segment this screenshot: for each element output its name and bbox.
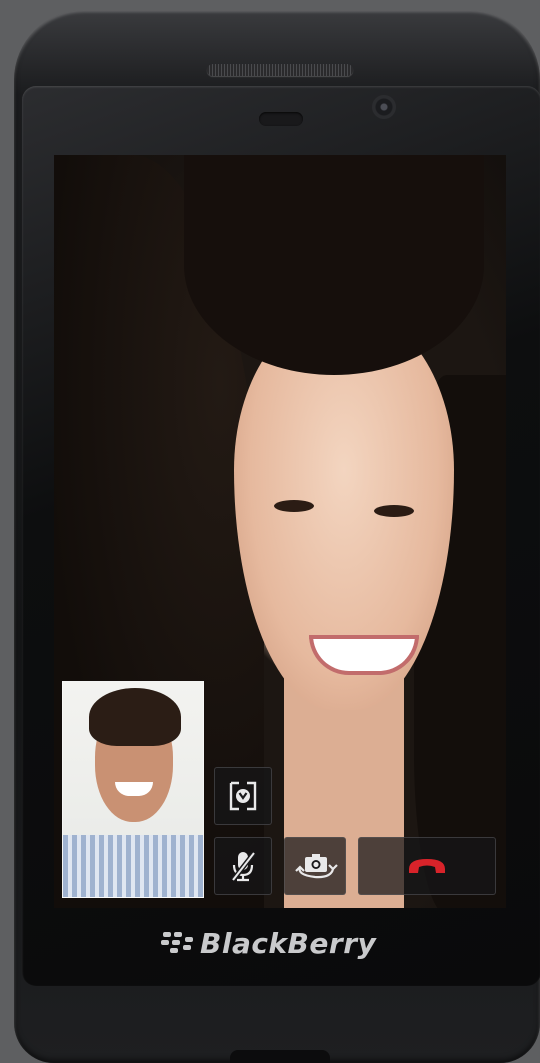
self-view-toggle-icon — [229, 781, 257, 811]
brand-name: BlackBerry — [200, 926, 377, 960]
mute-microphone-button[interactable] — [214, 837, 272, 895]
proximity-sensor — [259, 112, 303, 126]
call-screen — [54, 155, 506, 908]
camera-switch-icon — [295, 854, 338, 879]
earpiece-speaker — [207, 64, 353, 76]
blackberry-logo-icon — [161, 932, 193, 953]
front-camera — [372, 95, 396, 119]
self-shirt — [63, 835, 203, 897]
remote-hair-top — [184, 155, 484, 375]
self-hair — [89, 688, 181, 746]
blackberry-logo: BlackBerry — [160, 926, 376, 960]
toggle-self-view-button[interactable] — [214, 767, 272, 825]
end-call-button[interactable] — [358, 837, 496, 895]
mic-off-icon — [231, 851, 256, 882]
switch-camera-button[interactable] — [284, 837, 346, 895]
phone-hangup-icon — [409, 859, 445, 873]
charging-port — [230, 1050, 330, 1063]
remote-eye-left — [274, 500, 314, 512]
self-preview-video[interactable] — [62, 681, 204, 898]
remote-mouth — [309, 635, 419, 675]
remote-eye-right — [374, 505, 414, 517]
